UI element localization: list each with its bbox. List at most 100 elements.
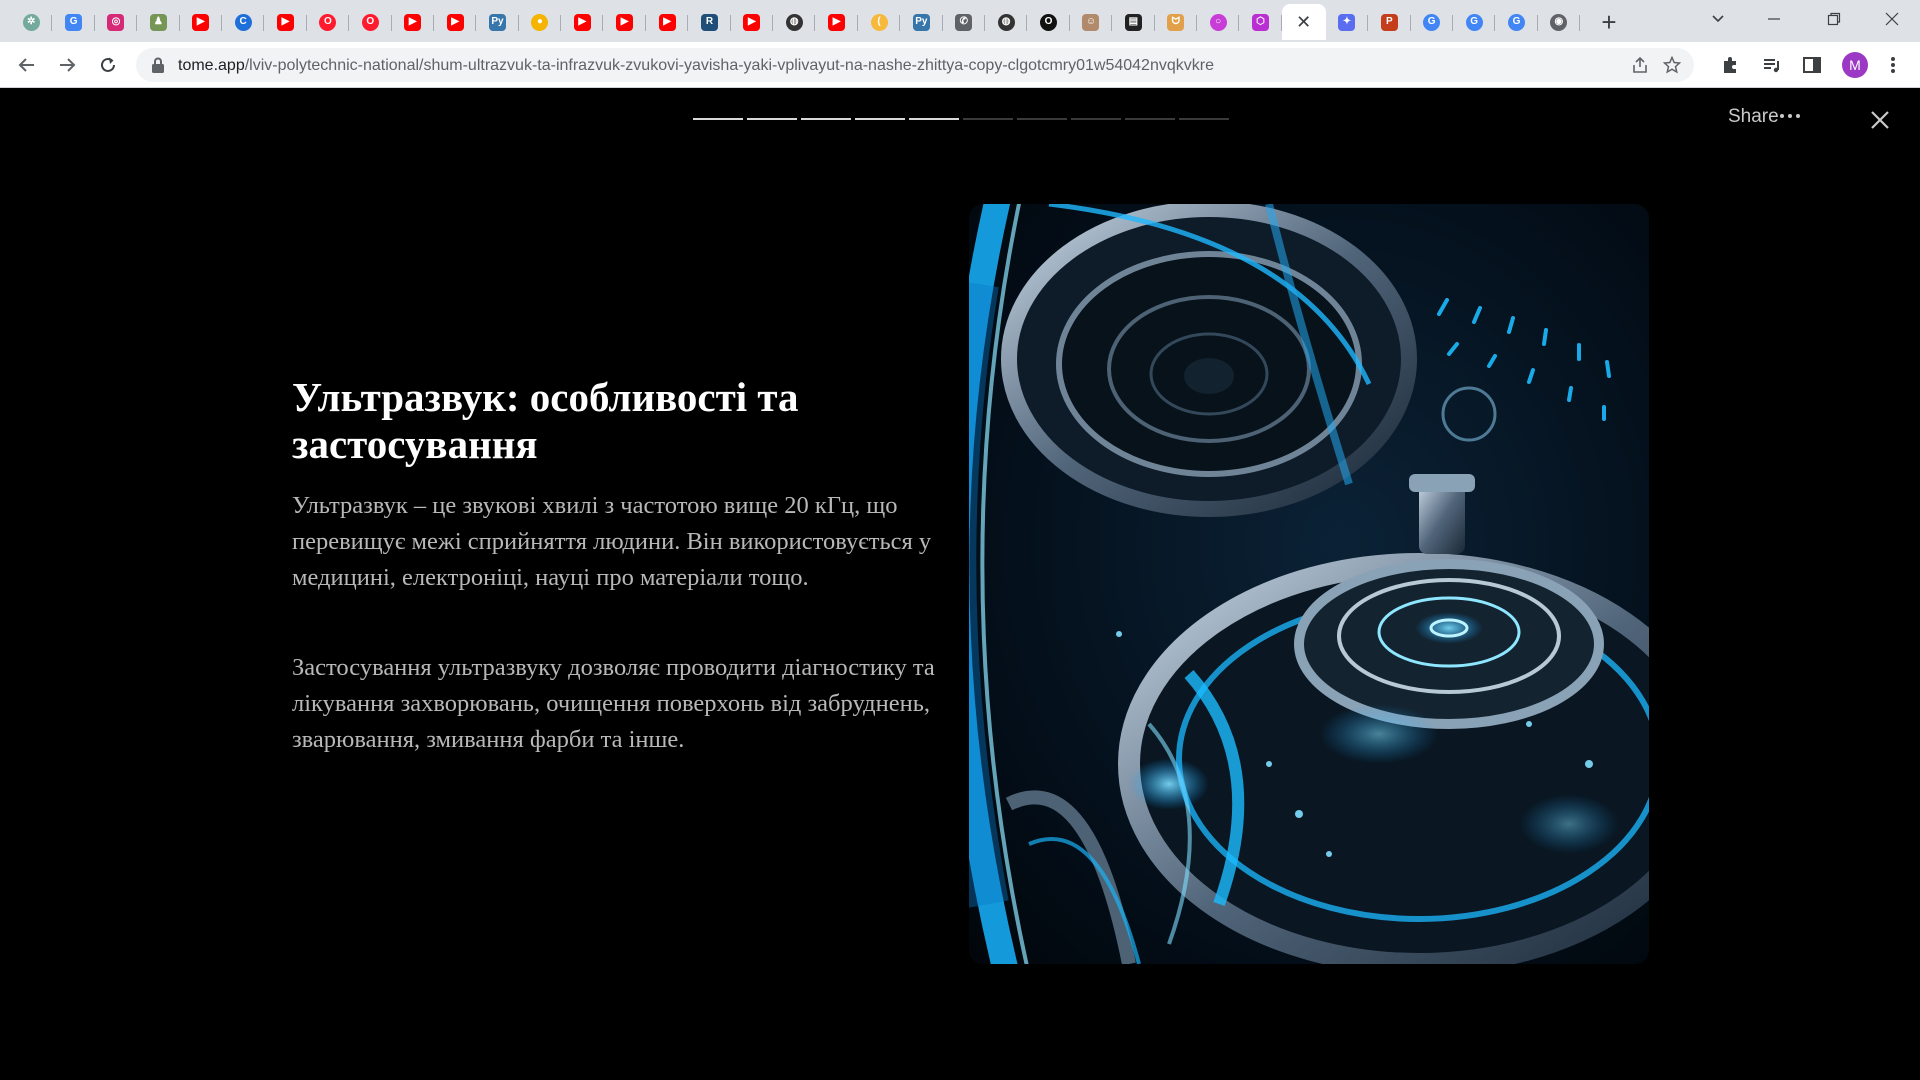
instagram-icon: ◎ — [107, 13, 125, 31]
share-button[interactable]: Share — [1728, 106, 1779, 128]
browser-tab[interactable]: ▶ — [815, 4, 859, 40]
progress-segment[interactable] — [1071, 118, 1121, 120]
browser-tab[interactable]: ▶ — [264, 4, 308, 40]
tab-close-icon[interactable]: ✕ — [1296, 12, 1311, 33]
address-bar[interactable]: tome.app/lviv-polytechnic-national/shum-… — [136, 48, 1694, 82]
presentation-viewer: Share Ультразвук: особливості та застосу… — [0, 88, 1920, 1080]
globe-icon: ◍ — [997, 13, 1015, 31]
browser-tab[interactable]: ◉ — [1538, 4, 1581, 40]
extensions-puzzle-icon[interactable] — [1719, 54, 1741, 76]
youtube-icon: ▶ — [277, 13, 295, 31]
bookmark-star-icon[interactable] — [1662, 55, 1682, 75]
phone-icon: ✆ — [955, 13, 973, 31]
browser-tab[interactable]: ☺ — [1070, 4, 1113, 40]
opera-icon: O — [319, 13, 337, 31]
remote-desktop-icon: R — [700, 13, 718, 31]
browser-tab[interactable]: O — [1027, 4, 1071, 40]
media-queue-icon[interactable] — [1761, 54, 1783, 76]
chess-icon: ♟ — [149, 13, 167, 31]
browser-tab[interactable]: ▶ — [392, 4, 435, 40]
browser-tab[interactable]: ᗢ — [1155, 4, 1198, 40]
terminal-icon: ▤ — [1124, 13, 1142, 31]
youtube-icon: ▶ — [743, 13, 761, 31]
avatar-tab-icon: ☺ — [1082, 13, 1100, 31]
browser-tab[interactable]: ✆ — [943, 4, 986, 40]
browser-tab-strip: ✲ G ◎ ♟ ▶ C ▶ O O ▶ ▶ Py ● ▶ ▶ ▶ R ▶ ◍ ▶(Py ✆ ◍ O ☺ ▤ ᗢ ○ ⬡ ✕ ✦ P G G G ◉ … — [0, 0, 1920, 42]
google-translate-icon: G — [65, 13, 83, 31]
browser-tab[interactable]: ▶ — [180, 4, 223, 40]
chrome-menu-icon[interactable] — [1882, 54, 1904, 76]
browser-tab[interactable]: G — [52, 4, 96, 40]
progress-segment[interactable] — [963, 118, 1013, 120]
browser-tab[interactable]: ▶ — [731, 4, 774, 40]
new-tab-button[interactable]: + — [1594, 7, 1624, 37]
slide-paragraph-2: Застосування ультразвуку дозволяє провод… — [292, 654, 935, 753]
progress-segment[interactable] — [855, 118, 905, 120]
profile-avatar[interactable]: M — [1842, 52, 1868, 78]
back-button[interactable] — [12, 50, 42, 80]
side-panel-icon[interactable] — [1801, 54, 1823, 76]
browser-tab[interactable]: ● — [519, 4, 562, 40]
globe-icon: ◍ — [785, 13, 803, 31]
browser-tab[interactable]: ♟ — [137, 4, 180, 40]
progress-segment[interactable] — [1125, 118, 1175, 120]
reload-button[interactable] — [93, 50, 123, 80]
browser-tab[interactable]: ▶ — [434, 4, 477, 40]
ring-icon: ○ — [1209, 13, 1227, 31]
url-host: tome.app — [178, 57, 245, 74]
window-close-button[interactable] — [1864, 0, 1920, 38]
browser-tab[interactable]: Py — [476, 4, 520, 40]
url-text[interactable]: tome.app/lviv-polytechnic-national/shum-… — [178, 57, 1214, 75]
tab-list: ✲ G ◎ ♟ ▶ C ▶ O O ▶ ▶ Py ● ▶ ▶ ▶ R ▶ ◍ ▶ (Py ✆ ◍ O ☺ ▤ ᗢ ○ ⬡ ✕ ✦ P G G G ◉ — [10, 4, 1581, 40]
browser-tab[interactable]: G — [1411, 4, 1454, 40]
progress-segment[interactable] — [1017, 118, 1067, 120]
browser-tab[interactable]: ( — [858, 4, 901, 40]
slide-progress-bar — [693, 118, 1229, 120]
browser-tab[interactable]: P — [1368, 4, 1411, 40]
share-page-icon[interactable] — [1630, 55, 1650, 75]
youtube-icon: ▶ — [573, 13, 591, 31]
browser-tab[interactable]: O — [349, 4, 392, 40]
youtube-icon: ▶ — [404, 13, 422, 31]
browser-tab[interactable]: ○ — [1197, 4, 1240, 40]
browser-tab[interactable]: O — [307, 4, 350, 40]
slide-illustration — [969, 204, 1649, 964]
browser-tab[interactable]: ⬡ — [1239, 4, 1283, 40]
progress-segment[interactable] — [1179, 118, 1229, 120]
browser-tab[interactable]: ▶ — [561, 4, 604, 40]
forward-button[interactable] — [52, 50, 82, 80]
powerpoint-icon: P — [1380, 13, 1398, 31]
progress-segment[interactable] — [909, 118, 959, 120]
browser-tab[interactable]: ▤ — [1112, 4, 1155, 40]
close-icon[interactable] — [1868, 108, 1896, 136]
progress-segment[interactable] — [693, 118, 743, 120]
more-options-icon[interactable] — [1774, 102, 1806, 130]
restore-button[interactable] — [1806, 0, 1862, 38]
slide-title: Ультразвук: особливості та застосування — [292, 374, 799, 467]
browser-tab[interactable]: ◎ — [95, 4, 138, 40]
browser-tab[interactable]: ✦ — [1326, 4, 1369, 40]
active-tab[interactable]: ✕ — [1281, 4, 1326, 40]
browser-tab[interactable]: G — [1495, 4, 1539, 40]
c-app-icon: C — [234, 13, 252, 31]
browser-tab[interactable]: Py — [900, 4, 943, 40]
browser-tab[interactable]: R — [688, 4, 732, 40]
minimize-button[interactable] — [1746, 0, 1802, 38]
browser-tab[interactable]: ◍ — [773, 4, 816, 40]
google-icon: G — [1423, 13, 1441, 31]
browser-tab[interactable]: ◍ — [985, 4, 1028, 40]
url-path: /lviv-polytechnic-national/shum-ultrazvu… — [244, 57, 1214, 74]
progress-segment[interactable] — [747, 118, 797, 120]
tab-search-chevron-icon[interactable] — [1690, 0, 1746, 38]
browser-tab[interactable]: ▶ — [603, 4, 647, 40]
youtube-icon: ▶ — [616, 13, 634, 31]
lock-icon[interactable] — [150, 56, 166, 74]
browser-tab[interactable]: C — [222, 4, 265, 40]
progress-segment[interactable] — [801, 118, 851, 120]
browser-tab[interactable]: G — [1453, 4, 1496, 40]
browser-tab[interactable]: ▶ — [646, 4, 689, 40]
browser-tab[interactable]: ✲ — [10, 4, 53, 40]
chrome-icon: ◉ — [1550, 13, 1568, 31]
maps-pin-icon: ● — [531, 13, 549, 31]
lens-icon: ( — [870, 13, 888, 31]
